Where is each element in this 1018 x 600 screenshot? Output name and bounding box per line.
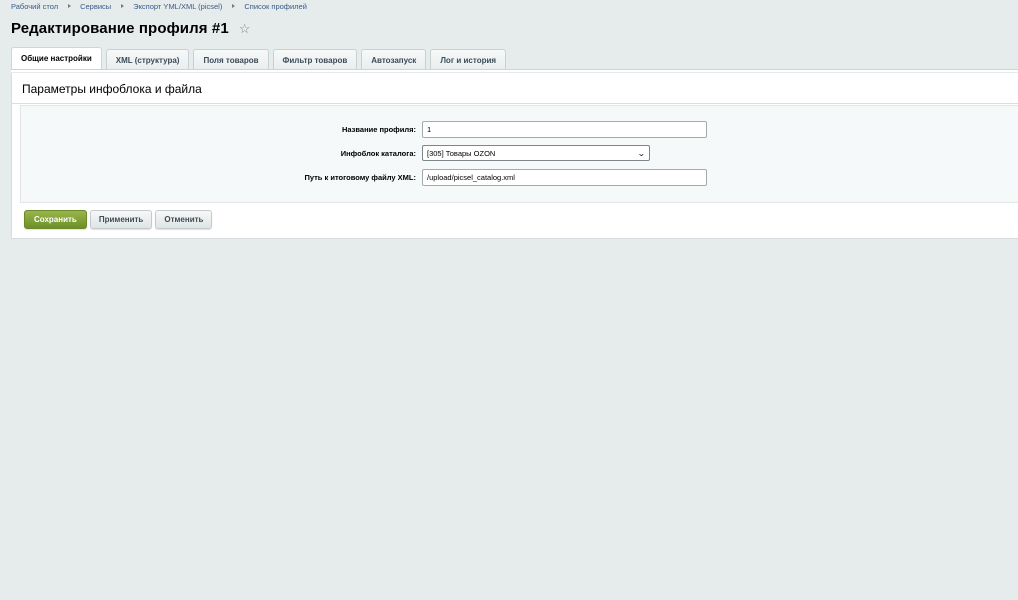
star-icon[interactable]: ☆: [239, 21, 251, 37]
form-row-xml-path: Путь к итоговому файлу XML: /upload/pics…: [21, 168, 1018, 186]
apply-button[interactable]: Применить: [89, 210, 153, 229]
section-title: Параметры инфоблока и файла: [22, 82, 202, 96]
xml-path-input[interactable]: /upload/picsel_catalog.xml: [422, 168, 707, 186]
tab-log-history[interactable]: Лог и история: [430, 49, 507, 70]
tab-bar: Общие настройки XML (структура) Поля тов…: [11, 47, 510, 71]
tab-product-fields[interactable]: Поля товаров: [193, 49, 269, 70]
section-divider: [12, 103, 1018, 104]
breadcrumb: Рабочий стол Сервисы Экспорт YML/XML (pi…: [11, 1, 307, 11]
form-row-catalog-iblock: Инфоблок каталога: [305] Товары OZON ⌄: [21, 144, 1018, 162]
tab-product-filter[interactable]: Фильтр товаров: [272, 49, 358, 70]
settings-panel: Параметры инфоблока и файла Название про…: [11, 73, 1018, 239]
profile-name-label: Название профиля:: [342, 124, 416, 134]
tab-general-settings[interactable]: Общие настройки: [11, 47, 102, 71]
form-row-profile-name: Название профиля: 1: [21, 120, 1018, 138]
title-row: Редактирование профиля #1 ☆: [11, 17, 250, 39]
catalog-iblock-value: [305] Товары OZON: [427, 148, 496, 158]
form-box: Название профиля: 1 Инфоблок каталога: […: [20, 105, 1018, 203]
tab-autorun[interactable]: Автозапуск: [361, 49, 427, 70]
page-title: Редактирование профиля #1: [11, 19, 229, 37]
catalog-iblock-label: Инфоблок каталога:: [340, 148, 416, 158]
breadcrumb-export[interactable]: Экспорт YML/XML (picsel): [133, 2, 222, 11]
breadcrumb-separator-icon: [232, 4, 236, 8]
action-buttons: Сохранить Применить Отменить: [24, 210, 215, 229]
breadcrumb-profile-list[interactable]: Список профилей: [244, 2, 307, 11]
profile-name-input[interactable]: 1: [422, 120, 707, 138]
tab-xml-structure[interactable]: XML (структура): [105, 49, 190, 70]
tab-underline: [11, 69, 1018, 72]
breadcrumb-services[interactable]: Сервисы: [80, 2, 111, 11]
catalog-iblock-select[interactable]: [305] Товары OZON ⌄: [422, 145, 650, 161]
cancel-button[interactable]: Отменить: [155, 210, 213, 229]
breadcrumb-desktop[interactable]: Рабочий стол: [11, 2, 58, 11]
chevron-down-icon: ⌄: [637, 148, 647, 158]
breadcrumb-separator-icon: [68, 4, 72, 8]
save-button[interactable]: Сохранить: [24, 210, 87, 229]
breadcrumb-separator-icon: [121, 4, 125, 8]
xml-path-label: Путь к итоговому файлу XML:: [304, 172, 416, 182]
